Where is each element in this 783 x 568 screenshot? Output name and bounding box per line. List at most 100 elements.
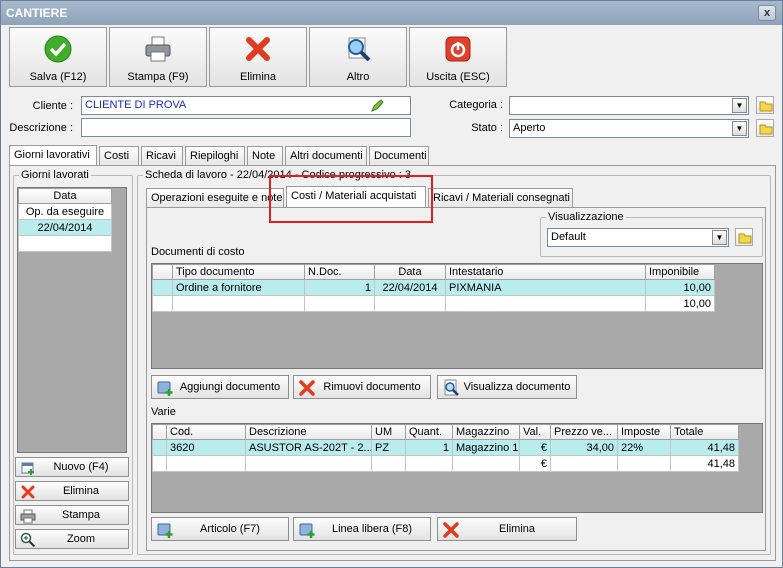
tab-ricavi[interactable]: Ricavi <box>141 146 183 166</box>
table-cell[interactable] <box>374 295 446 312</box>
zoom-button[interactable]: Zoom <box>15 529 129 549</box>
table-cell[interactable] <box>452 455 520 472</box>
table-row[interactable]: Ordine a fornitore 1 22/04/2014 PIXMANIA… <box>152 279 715 296</box>
table-cell[interactable]: ASUSTOR AS-202T - 2... <box>245 439 372 456</box>
table-cell[interactable]: PZ <box>371 439 406 456</box>
column-header[interactable]: Data <box>374 264 446 280</box>
main-tab-strip: Giorni lavorativi Costi Ricavi Riepilogh… <box>9 145 429 166</box>
delete-x-icon <box>246 37 270 61</box>
table-cell[interactable]: Ordine a fornitore <box>172 279 305 296</box>
table-cell[interactable] <box>617 455 671 472</box>
table-cell[interactable] <box>550 455 618 472</box>
table-cell[interactable]: 22/04/2014 <box>374 279 446 296</box>
visualizzazione-folder-button[interactable] <box>735 228 753 246</box>
column-header[interactable]: Intestatario <box>445 264 646 280</box>
column-header[interactable]: Imposte <box>617 424 671 440</box>
table-row[interactable]: € 41,48 <box>152 455 739 472</box>
zoom-icon <box>20 532 36 548</box>
column-header[interactable]: Magazzino <box>452 424 520 440</box>
save-button[interactable]: Salva (F12) <box>9 27 107 87</box>
table-cell[interactable]: 1 <box>304 279 375 296</box>
rimuovi-documento-label: Rimuovi documento <box>323 381 421 393</box>
table-cell[interactable]: 41,48 <box>670 439 739 456</box>
table-cell[interactable]: 41,48 <box>670 455 739 472</box>
pencil-icon[interactable] <box>370 99 384 113</box>
tab-ricavi-materiali[interactable]: Ricavi / Materiali consegnati <box>428 188 573 208</box>
giorni-grid[interactable]: Data Op. da eseguire 22/04/2014 <box>17 187 127 453</box>
cliente-label: Cliente : <box>32 100 73 112</box>
magnifier-icon <box>348 37 371 62</box>
exit-button[interactable]: Uscita (ESC) <box>409 27 507 87</box>
tab-note[interactable]: Note <box>247 146 283 166</box>
list-item[interactable] <box>18 235 112 252</box>
cliente-field[interactable]: CLIENTE DI PROVA <box>81 96 411 115</box>
column-header[interactable]: Totale <box>670 424 739 440</box>
table-cell[interactable] <box>445 295 646 312</box>
column-header[interactable]: Val. <box>519 424 551 440</box>
list-item[interactable]: 22/04/2014 <box>18 219 112 236</box>
tab-riepiloghi[interactable]: Riepiloghi <box>185 146 245 166</box>
aggiungi-documento-button[interactable]: Aggiungi documento <box>151 375 289 399</box>
table-cell[interactable] <box>166 455 246 472</box>
table-row[interactable]: 10,00 <box>152 295 715 312</box>
table-cell[interactable]: Magazzino 1 <box>452 439 520 456</box>
stato-select[interactable]: Aperto ▼ <box>509 119 749 138</box>
descrizione-field[interactable] <box>81 118 411 137</box>
column-header[interactable]: Descrizione <box>245 424 372 440</box>
column-header[interactable]: UM <box>371 424 406 440</box>
elimina-varie-button[interactable]: Elimina <box>437 517 577 541</box>
table-cell[interactable] <box>405 455 453 472</box>
table-cell[interactable] <box>245 455 372 472</box>
column-header[interactable]: Tipo documento <box>172 264 305 280</box>
tab-operazioni[interactable]: Operazioni eseguite e note <box>146 188 284 208</box>
elimina-giorno-label: Elimina <box>62 485 100 497</box>
column-header[interactable]: Imponibile <box>645 264 715 280</box>
delete-button[interactable]: Elimina <box>209 27 307 87</box>
chevron-down-icon[interactable]: ▼ <box>732 98 747 113</box>
table-cell[interactable]: 1 <box>405 439 453 456</box>
tab-giorni-lavorativi[interactable]: Giorni lavorativi <box>9 145 97 166</box>
column-header[interactable]: Prezzo ve... <box>550 424 618 440</box>
categoria-select[interactable]: ▼ <box>509 96 749 115</box>
tab-altri-documenti[interactable]: Altri documenti <box>285 146 367 166</box>
linea-libera-button[interactable]: Linea libera (F8) <box>293 517 431 541</box>
varie-grid[interactable]: Cod. Descrizione UM Quant. Magazzino Val… <box>151 423 763 513</box>
list-item[interactable]: Op. da eseguire <box>18 203 112 220</box>
table-cell[interactable]: € <box>519 455 551 472</box>
table-cell[interactable]: 10,00 <box>645 279 715 296</box>
table-cell[interactable] <box>172 295 305 312</box>
visualizzazione-value: Default <box>551 231 586 243</box>
elimina-giorno-button[interactable]: Elimina <box>15 481 129 501</box>
visualizzazione-label: Visualizzazione <box>546 211 626 223</box>
stato-folder-button[interactable] <box>756 119 774 137</box>
categoria-folder-button[interactable] <box>756 96 774 114</box>
visualizza-documento-button[interactable]: Visualizza documento <box>437 375 577 399</box>
chevron-down-icon[interactable]: ▼ <box>712 230 727 245</box>
add-line-icon <box>299 523 315 538</box>
chevron-down-icon[interactable]: ▼ <box>732 121 747 136</box>
visualizzazione-select[interactable]: Default ▼ <box>547 228 729 247</box>
nuovo-button[interactable]: Nuovo (F4) <box>15 457 129 477</box>
more-button[interactable]: Altro <box>309 27 407 87</box>
table-cell[interactable]: 3620 <box>166 439 246 456</box>
column-header[interactable]: Quant. <box>405 424 453 440</box>
column-header[interactable]: N.Doc. <box>304 264 375 280</box>
print-button[interactable]: Stampa (F9) <box>109 27 207 87</box>
articolo-button[interactable]: Articolo (F7) <box>151 517 289 541</box>
table-cell[interactable]: 34,00 <box>550 439 618 456</box>
table-row[interactable]: 3620 ASUSTOR AS-202T - 2... PZ 1 Magazzi… <box>152 439 739 456</box>
stampa-giorno-button[interactable]: Stampa <box>15 505 129 525</box>
column-header[interactable]: Data <box>18 188 112 204</box>
column-header[interactable]: Cod. <box>166 424 246 440</box>
table-cell[interactable] <box>371 455 406 472</box>
tab-costi[interactable]: Costi <box>99 146 139 166</box>
table-cell[interactable]: 10,00 <box>645 295 715 312</box>
documenti-grid[interactable]: Tipo documento N.Doc. Data Intestatario … <box>151 263 763 369</box>
table-cell[interactable]: 22% <box>617 439 671 456</box>
rimuovi-documento-button[interactable]: Rimuovi documento <box>293 375 431 399</box>
close-button[interactable]: x <box>758 5 776 21</box>
table-cell[interactable]: € <box>519 439 551 456</box>
table-cell[interactable] <box>304 295 375 312</box>
table-cell[interactable]: PIXMANIA <box>445 279 646 296</box>
tab-documenti[interactable]: Documenti <box>369 146 429 166</box>
